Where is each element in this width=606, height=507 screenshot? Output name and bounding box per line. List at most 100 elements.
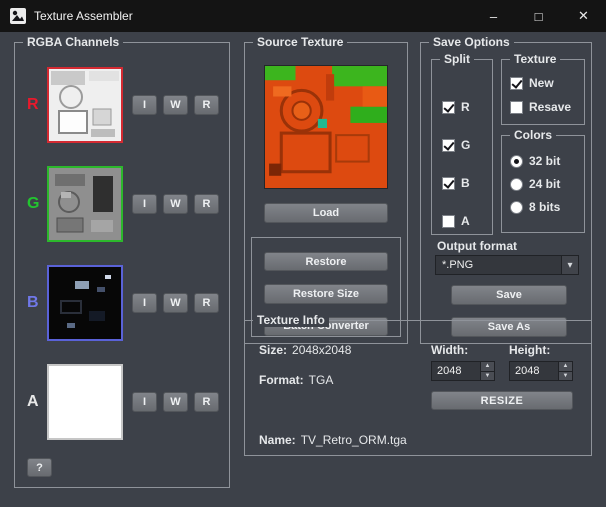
channel-r-i-button[interactable]: I: [132, 95, 157, 115]
format-info: Format: TGA: [259, 373, 333, 387]
channel-r-buttons: I W R: [132, 95, 219, 115]
channel-g-i-button[interactable]: I: [132, 194, 157, 214]
channel-a-w-button[interactable]: W: [163, 392, 188, 412]
restore-size-button[interactable]: Restore Size: [264, 284, 388, 303]
width-label: Width:: [431, 343, 468, 357]
height-stepper: ▲ ▼: [509, 361, 573, 381]
radio-icon[interactable]: [510, 155, 523, 168]
checkbox-icon[interactable]: [442, 177, 455, 190]
channel-label-g: G: [27, 195, 47, 213]
channel-b-i-button[interactable]: I: [132, 293, 157, 313]
name-label: Name:: [259, 433, 296, 447]
radio-32bit[interactable]: 32 bit: [510, 154, 560, 168]
load-button[interactable]: Load: [264, 203, 388, 223]
source-texture-title: Source Texture: [253, 35, 347, 49]
radio-icon[interactable]: [510, 201, 523, 214]
radio-8bits[interactable]: 8 bits: [510, 200, 560, 214]
channels-list: R I W R G I W R: [15, 43, 229, 487]
split-checkboxes: R G B A: [432, 60, 492, 234]
app-icon: [10, 8, 26, 24]
channel-r-w-button[interactable]: W: [163, 95, 188, 115]
arrow-down-icon[interactable]: ▼: [559, 371, 572, 381]
resize-button[interactable]: RESIZE: [431, 391, 573, 410]
size-info: Size: 2048x2048: [259, 343, 351, 357]
window-controls: – □ ✕: [471, 0, 606, 32]
checkbox-icon[interactable]: [442, 101, 455, 114]
channel-row-a: A I W R: [15, 364, 229, 440]
channel-thumbnail-r[interactable]: [47, 67, 123, 143]
help-button[interactable]: ?: [27, 458, 52, 477]
height-label: Height:: [509, 343, 550, 357]
split-checkbox-g[interactable]: G: [442, 138, 470, 152]
texture-checkboxes: New Resave: [502, 60, 584, 124]
width-stepper-arrows: ▲ ▼: [480, 362, 494, 380]
texture-info-title: Texture Info: [253, 313, 329, 327]
app-window: Texture Assembler – □ ✕ RGBA Channels R …: [0, 0, 606, 507]
channel-g-w-button[interactable]: W: [163, 194, 188, 214]
arrow-down-icon[interactable]: ▼: [481, 371, 494, 381]
channel-thumbnail-g[interactable]: [47, 166, 123, 242]
channel-thumbnail-b[interactable]: [47, 265, 123, 341]
name-info: Name: TV_Retro_ORM.tga: [259, 433, 407, 447]
channel-g-r-button[interactable]: R: [194, 194, 219, 214]
height-stepper-arrows: ▲ ▼: [558, 362, 572, 380]
output-format-select[interactable]: *.PNG ▾: [435, 255, 579, 275]
channel-a-i-button[interactable]: I: [132, 392, 157, 412]
radio-icon[interactable]: [510, 178, 523, 191]
source-texture-panel: Source Texture Load Restore Restore Size…: [244, 42, 408, 344]
channel-label-b: B: [27, 294, 47, 312]
texture-checkbox-resave[interactable]: Resave: [510, 100, 571, 114]
channel-a-r-button[interactable]: R: [194, 392, 219, 412]
texture-checkbox-new[interactable]: New: [510, 76, 554, 90]
height-input[interactable]: [510, 362, 558, 380]
close-button[interactable]: ✕: [561, 0, 606, 32]
minimize-button[interactable]: –: [471, 0, 516, 32]
split-group: Split R G B A: [431, 59, 493, 235]
channel-row-b: B I W R: [15, 265, 229, 341]
split-checkbox-r[interactable]: R: [442, 100, 470, 114]
arrow-up-icon[interactable]: ▲: [481, 362, 494, 371]
window-title: Texture Assembler: [34, 9, 133, 23]
width-stepper: ▲ ▼: [431, 361, 495, 381]
radio-24bit[interactable]: 24 bit: [510, 177, 560, 191]
format-value: TGA: [309, 373, 334, 387]
output-format-value: *.PNG: [436, 259, 561, 271]
width-input[interactable]: [432, 362, 480, 380]
texture-info-panel: Texture Info Size:2048x2048 Format:TGA W…: [244, 320, 592, 456]
rgba-channels-panel: RGBA Channels R I W R G I: [14, 42, 230, 488]
name-value: TV_Retro_ORM.tga: [301, 433, 407, 447]
maximize-button[interactable]: □: [516, 0, 561, 32]
format-label: Format:: [259, 373, 304, 387]
channel-g-buttons: I W R: [132, 194, 219, 214]
checkbox-icon[interactable]: [442, 215, 455, 228]
save-options-title: Save Options: [429, 35, 514, 49]
channel-label-a: A: [27, 393, 47, 411]
checkbox-icon[interactable]: [442, 139, 455, 152]
channel-b-r-button[interactable]: R: [194, 293, 219, 313]
chevron-down-icon[interactable]: ▾: [561, 256, 578, 274]
channel-r-r-button[interactable]: R: [194, 95, 219, 115]
channel-a-buttons: I W R: [132, 392, 219, 412]
colors-radios: 32 bit 24 bit 8 bits: [502, 136, 584, 232]
channel-thumbnail-a[interactable]: [47, 364, 123, 440]
title-bar: Texture Assembler – □ ✕: [0, 0, 606, 32]
channel-row-g: G I W R: [15, 166, 229, 242]
split-checkbox-b[interactable]: B: [442, 176, 470, 190]
save-options-panel: Save Options Split R G B A: [420, 42, 592, 344]
save-button[interactable]: Save: [451, 285, 567, 305]
source-texture-preview[interactable]: [264, 65, 388, 189]
restore-button[interactable]: Restore: [264, 252, 388, 271]
channel-b-w-button[interactable]: W: [163, 293, 188, 313]
channel-b-buttons: I W R: [132, 293, 219, 313]
arrow-up-icon[interactable]: ▲: [559, 362, 572, 371]
size-label: Size:: [259, 343, 287, 357]
size-value: 2048x2048: [292, 343, 351, 357]
output-format-label: Output format: [437, 239, 517, 253]
checkbox-icon[interactable]: [510, 101, 523, 114]
colors-group: Colors 32 bit 24 bit 8 bits: [501, 135, 585, 233]
split-checkbox-a[interactable]: A: [442, 214, 470, 228]
channel-label-r: R: [27, 96, 47, 114]
texture-group: Texture New Resave: [501, 59, 585, 125]
channel-row-r: R I W R: [15, 67, 229, 143]
checkbox-icon[interactable]: [510, 77, 523, 90]
